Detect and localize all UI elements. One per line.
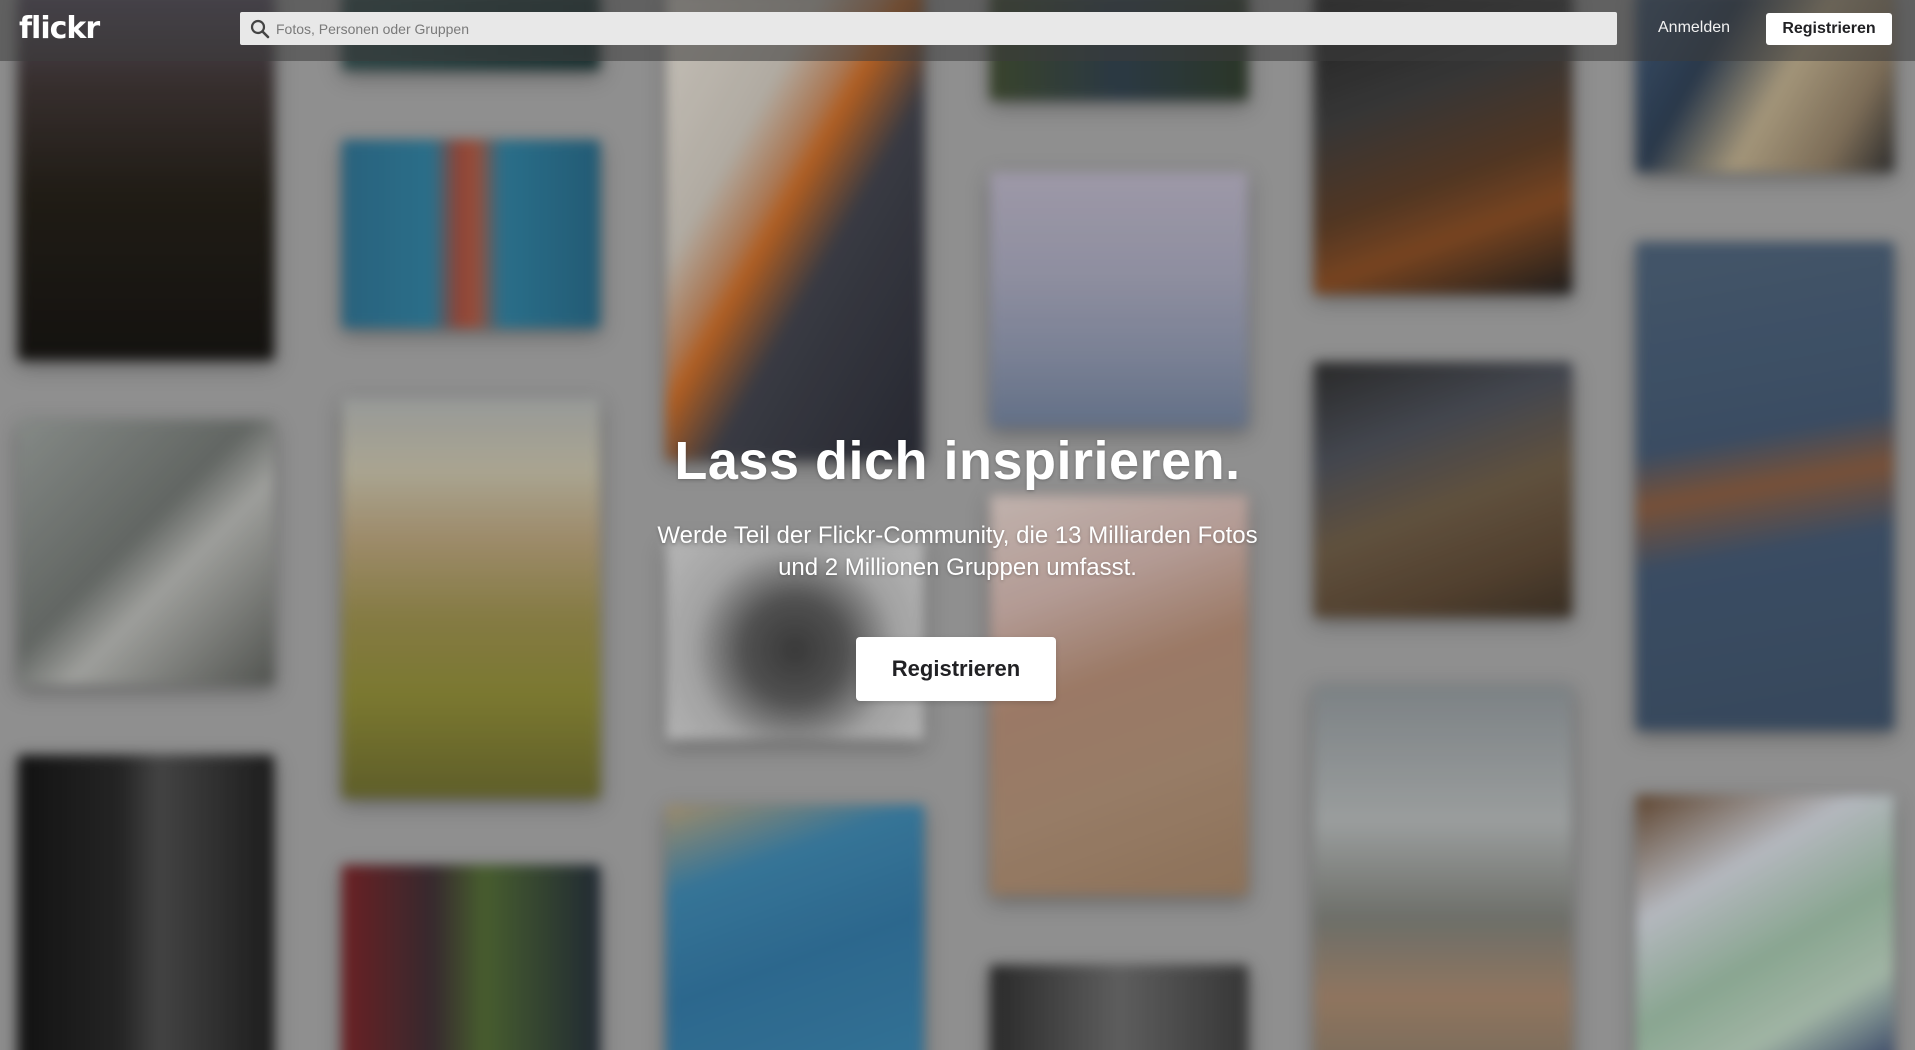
hero-section: Lass dich inspirieren. Werde Teil der Fl… [0, 430, 1915, 584]
top-bar: flickr Anmelden Registrieren [0, 0, 1915, 61]
register-button-header[interactable]: Registrieren [1766, 13, 1892, 45]
page: flickr Anmelden Registrieren Lass dich i… [0, 0, 1915, 1050]
login-link[interactable]: Anmelden [1658, 19, 1730, 37]
register-button-main[interactable]: Registrieren [856, 637, 1056, 701]
search-icon [250, 19, 270, 39]
search-input[interactable] [276, 12, 1606, 45]
flickr-logo[interactable]: flickr [19, 11, 100, 46]
hero-title: Lass dich inspirieren. [674, 431, 1241, 491]
search-bar[interactable] [240, 12, 1617, 45]
hero-subtitle: Werde Teil der Flickr-Community, die 13 … [657, 522, 1258, 581]
